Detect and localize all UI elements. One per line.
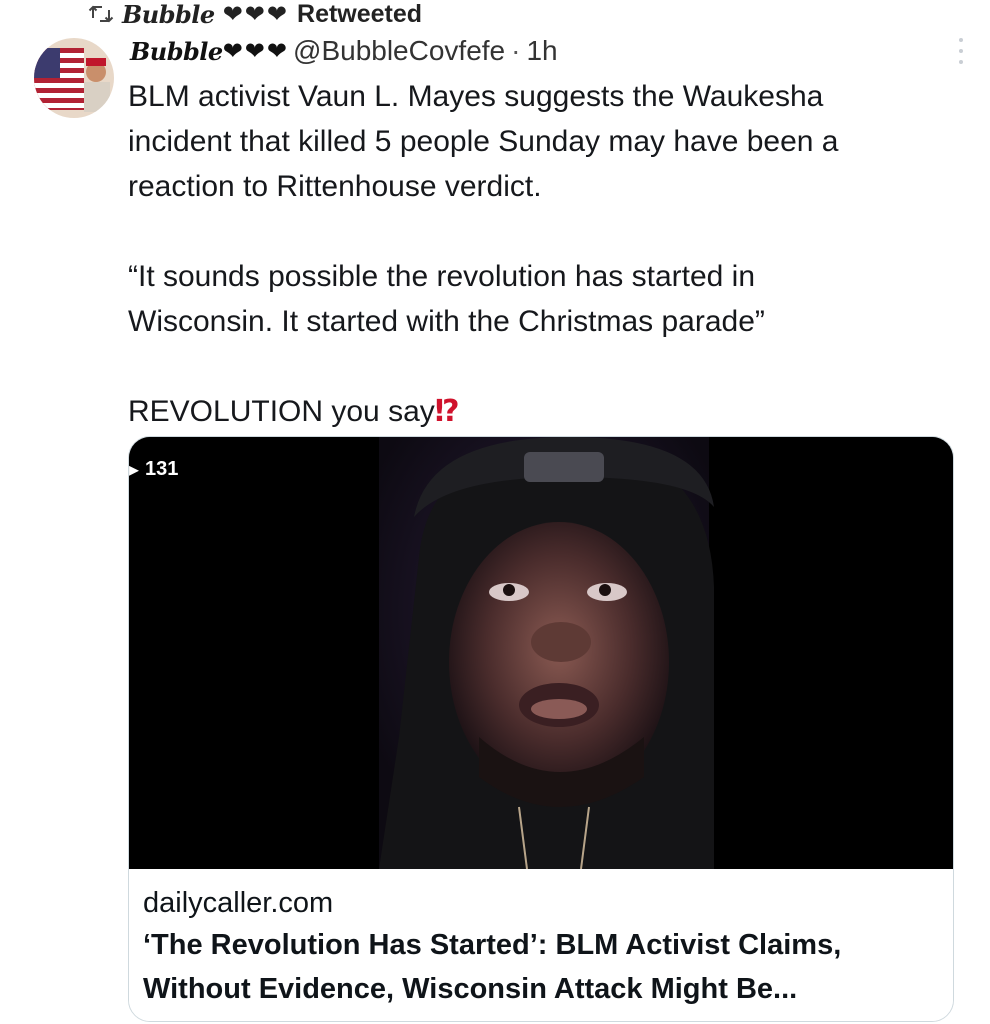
view-count: ▸ 131 — [129, 457, 178, 482]
exclamation-question-icon: ⁉ — [434, 395, 460, 428]
retweeter-name[interactable]: Bubble — [122, 0, 215, 29]
author-name[interactable]: Bubble — [130, 37, 223, 66]
author-handle[interactable]: @BubbleCovfefe — [293, 35, 505, 67]
author-hearts: ❤❤❤ — [222, 37, 290, 65]
tweet-text-line: REVOLUTION you say⁉ — [128, 389, 948, 434]
avatar-image — [34, 38, 114, 118]
header-separator: · — [511, 35, 521, 66]
tweet-text-line: “It sounds possible the revolution has s… — [128, 260, 756, 293]
video-frame — [129, 437, 953, 869]
card-info[interactable]: dailycaller.com ‘The Revolution Has Star… — [129, 869, 953, 1021]
card-title: ‘The Revolution Has Started’: BLM Activi… — [143, 923, 933, 1011]
view-count-value: 131 — [145, 458, 179, 480]
play-icon: ▸ — [129, 459, 140, 481]
tweet-header: Bubble ❤❤❤ @BubbleCovfefe · 1h — [130, 34, 558, 68]
retweeted-label: Retweeted — [297, 0, 423, 28]
tweet-text: BLM activist Vaun L. Mayes suggests the … — [128, 74, 948, 434]
tweet-text-line: reaction to Rittenhouse verdict. — [128, 170, 542, 203]
card-title-line: Without Evidence, Wisconsin Attack Might… — [143, 973, 798, 1005]
avatar[interactable] — [34, 38, 114, 118]
tweet-text-line: BLM activist Vaun L. Mayes suggests the … — [128, 80, 824, 113]
link-card[interactable]: ▸ 131 dailycaller.com ‘The Revolution Ha… — [128, 436, 954, 1022]
retweet-icon — [88, 5, 114, 23]
video-thumbnail[interactable]: ▸ 131 — [129, 437, 953, 869]
card-title-line: ‘The Revolution Has Started’: BLM Activi… — [143, 929, 842, 961]
retweeter-hearts: ❤❤❤ — [222, 0, 290, 28]
tweet-timestamp[interactable]: 1h — [526, 35, 557, 67]
card-domain: dailycaller.com — [143, 887, 334, 919]
tweet-text-revolution: REVOLUTION you say — [128, 395, 435, 428]
tweet-text-line: Wisconsin. It started with the Christmas… — [128, 305, 765, 338]
retweet-context[interactable]: Bubble ❤❤❤ Retweeted — [88, 0, 423, 29]
more-options-icon[interactable] — [952, 38, 970, 64]
tweet-text-line: incident that killed 5 people Sunday may… — [128, 125, 839, 158]
